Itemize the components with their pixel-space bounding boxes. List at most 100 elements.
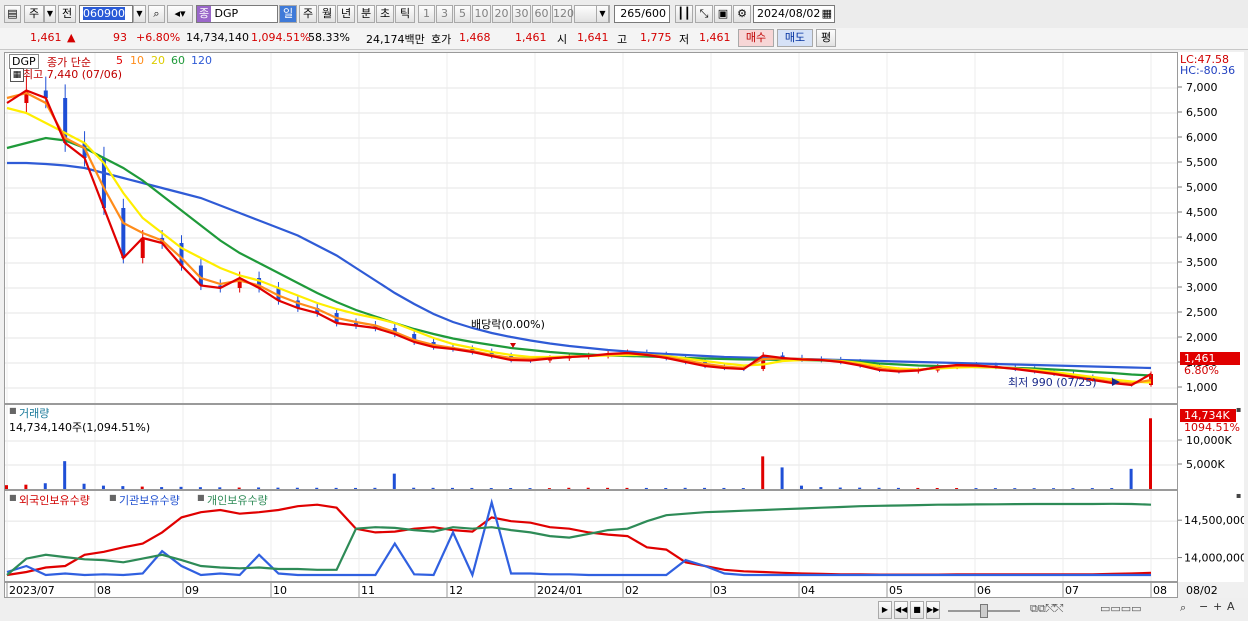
count-field[interactable]: 265/600 — [614, 5, 670, 23]
font-size-icon[interactable]: A — [1227, 600, 1235, 613]
prev-button[interactable]: 전 — [58, 5, 76, 23]
hc-label: HC:-80.36 — [1180, 64, 1236, 77]
x-tick-label: 07 — [1065, 584, 1079, 597]
volume-bar — [24, 484, 28, 489]
holding-close-icon[interactable]: ▪ — [1236, 491, 1241, 500]
interval-5[interactable]: 5 — [454, 5, 471, 23]
holding-panel-icon[interactable]: ■ — [9, 493, 17, 502]
volume-bar — [237, 487, 241, 489]
volume-bar — [1110, 488, 1114, 489]
save-icon[interactable]: ▣ — [714, 5, 732, 23]
price-tick-label: 6,500 — [1186, 106, 1218, 119]
eval-button[interactable]: 평 — [816, 29, 836, 47]
layout-icons[interactable]: ▭▭▭▭ — [1100, 602, 1142, 615]
volume-bar — [160, 487, 164, 489]
legend-sep-icon-2: ■ — [197, 493, 205, 502]
volume-bar — [741, 488, 745, 489]
window-icon[interactable]: ▤ — [4, 5, 21, 23]
search-icon[interactable]: ⌕ — [148, 5, 165, 23]
period-second[interactable]: 초 — [376, 5, 394, 23]
x-tick-label: 04 — [801, 584, 815, 597]
period-tick[interactable]: 틱 — [395, 5, 415, 23]
interval-dropdown-icon[interactable]: ▼ — [596, 5, 609, 23]
sell-button[interactable]: 매도 — [777, 29, 813, 47]
period-minute[interactable]: 분 — [357, 5, 375, 23]
holding-axis-ticks: 14,500,000 14,000,000 — [1178, 514, 1244, 565]
interval-30[interactable]: 30 — [512, 5, 531, 23]
zoom-icon[interactable]: ⌕ — [1180, 601, 1186, 615]
x-tick-label: 06 — [977, 584, 991, 597]
code-input[interactable]: 060900 — [79, 5, 133, 23]
volume-bar — [567, 487, 571, 489]
stop-icon[interactable]: ■ — [910, 601, 924, 619]
quote-high: 1,775 — [640, 31, 672, 44]
speaker-icon[interactable]: ◂▾ — [167, 5, 193, 23]
volume-bar — [664, 487, 668, 489]
volume-last-pct: 1094.51% — [1184, 421, 1240, 434]
date-value: 2024/08/02 — [757, 7, 821, 20]
holding-axis: 14,500,000 14,000,000 ▪ — [1178, 490, 1244, 582]
volume-close-icon[interactable]: ▪ — [1236, 405, 1241, 414]
volume-bar — [334, 487, 338, 489]
quote-high-label: 고 — [617, 33, 628, 46]
zoom-in-icon[interactable]: + — [1213, 600, 1222, 613]
price-axis: 7,000 6,500 6,000 5,500 5,000 4,500 4,000 3,500… — [1178, 52, 1244, 404]
price-panel: DGP 종가 단순 5 10 20 60 120 최고 7,440 (07/06… — [4, 52, 1178, 404]
interval-60[interactable]: 60 — [532, 5, 551, 23]
name-field[interactable]: 종 DGP — [196, 5, 278, 23]
quote-amount: 24,174백만 — [366, 33, 425, 46]
calculator-icon[interactable]: ▦ — [10, 68, 24, 82]
period-year[interactable]: 년 — [337, 5, 355, 23]
volume-bar — [101, 485, 105, 489]
volume-axis: 10,000K 5,000K 14,734K 1094.51% ▪ — [1178, 404, 1244, 490]
zoom-out-icon[interactable]: − — [1199, 600, 1208, 613]
draw-tool-icon[interactable]: ⤡ — [695, 5, 713, 23]
volume-bar — [198, 487, 202, 489]
mode-select[interactable]: 주 — [24, 5, 44, 23]
calendar-icon[interactable]: ▦ — [822, 6, 832, 22]
step-back-icon[interactable]: ◀◀ — [894, 601, 908, 619]
interval-120[interactable]: 120 — [552, 5, 574, 23]
step-forward-icon[interactable]: ▶▶ — [926, 601, 940, 619]
gear-icon[interactable]: ⚙ — [733, 5, 751, 23]
legend-ma120: 120 — [191, 54, 212, 67]
volume-bar — [82, 483, 86, 489]
holding-chart — [5, 491, 1177, 581]
interval-3[interactable]: 3 — [436, 5, 453, 23]
volume-panel: ■ 거래량 14,734,140주(1,094.51%) — [4, 404, 1178, 490]
volume-bar — [935, 487, 939, 489]
price-tick-label: 7,000 — [1186, 81, 1218, 94]
interval-20[interactable]: 20 — [492, 5, 511, 23]
candle-body — [121, 208, 126, 258]
price-tick-label: 1,000 — [1186, 381, 1218, 394]
x-axis: 2023/07 08 09 10 11 12 2024/01 02 03 04 05 06 07 08 — [4, 582, 1178, 598]
interval-1[interactable]: 1 — [418, 5, 435, 23]
volume-bar — [780, 467, 784, 489]
volume-bar — [993, 488, 997, 489]
price-tick-label: 6,000 — [1186, 131, 1218, 144]
candle-icon[interactable]: ┃┃ — [675, 5, 693, 23]
period-month[interactable]: 월 — [318, 5, 336, 23]
zoom-slider-handle[interactable] — [980, 604, 988, 618]
name-badge: 종 — [197, 6, 211, 22]
interval-10[interactable]: 10 — [472, 5, 491, 23]
chart-tools-icon[interactable]: ⧉⧉⤲⤲ — [1030, 602, 1063, 616]
volume-bar — [1032, 488, 1036, 489]
period-day[interactable]: 일 — [279, 5, 297, 23]
code-dropdown-icon[interactable]: ▼ — [133, 5, 146, 23]
volume-bar — [315, 487, 319, 489]
scroll-right-icon[interactable]: ▶ — [878, 601, 892, 619]
chevron-down-icon[interactable]: ▼ — [44, 5, 56, 23]
volume-panel-icon[interactable]: ■ — [9, 406, 17, 415]
date-field[interactable]: 2024/08/02 ▦ — [753, 5, 835, 23]
ma-line-120 — [7, 161, 1152, 370]
volume-bar — [819, 487, 823, 489]
x-tick-label: 09 — [185, 584, 199, 597]
high-note: 최고 7,440 (07/06) — [23, 68, 123, 81]
volume-bar — [1071, 488, 1075, 489]
period-week[interactable]: 주 — [299, 5, 317, 23]
ma-line-20 — [6, 106, 1152, 384]
buy-button[interactable]: 매수 — [738, 29, 774, 47]
volume-bar — [761, 456, 765, 489]
legend-ma60: 60 — [171, 54, 185, 67]
